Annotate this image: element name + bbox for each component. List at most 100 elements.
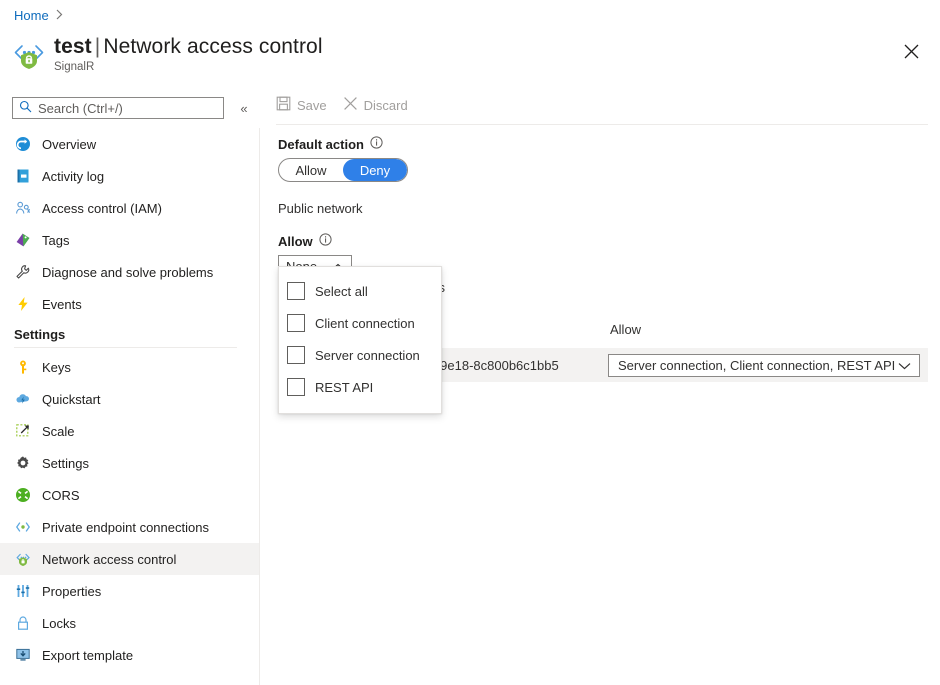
sidebar-item-settings[interactable]: Settings xyxy=(0,447,259,479)
default-action-option-allow[interactable]: Allow xyxy=(279,159,343,181)
events-icon xyxy=(14,295,32,313)
cors-icon xyxy=(14,486,32,504)
overview-icon xyxy=(14,135,32,153)
sidebar-item-label: Activity log xyxy=(42,169,104,184)
allow-label: Allow xyxy=(278,233,408,249)
sidebar-item-label: Scale xyxy=(42,424,75,439)
signalr-network-access-icon xyxy=(12,38,46,72)
blade-title: test|Network access control SignalR xyxy=(12,34,323,73)
dropdown-option-label: Select all xyxy=(315,284,368,299)
sidebar-item-locks[interactable]: Locks xyxy=(0,607,259,639)
sidebar-item-label: CORS xyxy=(42,488,80,503)
sidebar-item-label: Private endpoint connections xyxy=(42,520,209,535)
public-network-label: Public network xyxy=(278,201,408,216)
discard-icon xyxy=(343,96,358,114)
access-control-icon xyxy=(14,199,32,217)
search-input[interactable] xyxy=(38,101,217,116)
resource-type-label: SignalR xyxy=(54,61,323,73)
discard-button[interactable]: Discard xyxy=(343,96,408,114)
sidebar-item-label: Network access control xyxy=(42,552,176,567)
checkbox-unchecked-icon[interactable] xyxy=(287,346,305,364)
quickstart-icon xyxy=(14,390,32,408)
breadcrumb-home-link[interactable]: Home xyxy=(14,8,49,23)
network-access-settings: Default action Allow Deny Public network… xyxy=(278,136,408,278)
breadcrumb: Home xyxy=(14,8,63,23)
checkbox-unchecked-icon[interactable] xyxy=(287,314,305,332)
breadcrumb-separator-icon xyxy=(56,9,63,23)
checkbox-unchecked-icon[interactable] xyxy=(287,282,305,300)
export-template-icon xyxy=(14,646,32,664)
diagnose-icon xyxy=(14,263,32,281)
row-allow-value: Server connection, Client connection, RE… xyxy=(618,358,895,373)
default-action-option-deny[interactable]: Deny xyxy=(343,159,407,181)
sidebar-section-settings: Settings xyxy=(0,327,259,342)
sidebar-item-network-access-control[interactable]: Network access control xyxy=(0,543,259,575)
save-icon xyxy=(276,96,291,114)
search-box[interactable] xyxy=(12,97,224,119)
gear-icon xyxy=(14,454,32,472)
dropdown-option-label: Server connection xyxy=(315,348,420,363)
sidebar-item-label: Access control (IAM) xyxy=(42,201,162,216)
resource-menu: Overview Activity log Acc xyxy=(0,128,260,685)
info-icon[interactable] xyxy=(319,233,332,249)
sidebar-item-export-template[interactable]: Export template xyxy=(0,639,259,671)
command-bar-divider xyxy=(276,124,928,125)
dropdown-option-rest-api[interactable]: REST API xyxy=(279,371,441,403)
blade-name: Network access control xyxy=(103,35,322,58)
dropdown-option-client-connection[interactable]: Client connection xyxy=(279,307,441,339)
private-endpoint-icon xyxy=(14,518,32,536)
allow-label-text: Allow xyxy=(278,234,313,249)
tags-icon xyxy=(14,231,32,249)
sidebar-item-label: Tags xyxy=(42,233,69,248)
azure-portal-blade: Home test|Network access control Si xyxy=(0,0,940,685)
resource-name: test xyxy=(54,35,92,58)
default-action-label: Default action xyxy=(278,136,408,152)
sidebar-item-label: Locks xyxy=(42,616,76,631)
sidebar-item-activity-log[interactable]: Activity log xyxy=(0,160,259,192)
network-access-control-icon xyxy=(14,550,32,568)
sidebar-item-access-control[interactable]: Access control (IAM) xyxy=(0,192,259,224)
info-icon[interactable] xyxy=(370,136,383,152)
sidebar-item-label: Settings xyxy=(42,456,89,471)
sidebar-item-label: Overview xyxy=(42,137,96,152)
default-action-toggle[interactable]: Allow Deny xyxy=(278,158,408,182)
sidebar-item-events[interactable]: Events xyxy=(0,288,259,320)
dropdown-option-server-connection[interactable]: Server connection xyxy=(279,339,441,371)
sidebar-item-label: Events xyxy=(42,297,82,312)
sidebar-item-quickstart[interactable]: Quickstart xyxy=(0,383,259,415)
search-icon xyxy=(19,100,32,116)
column-header-allow: Allow xyxy=(610,322,641,337)
close-blade-button[interactable] xyxy=(896,36,926,66)
sidebar-item-tags[interactable]: Tags xyxy=(0,224,259,256)
dropdown-option-label: Client connection xyxy=(315,316,415,331)
default-action-text: Default action xyxy=(278,137,364,152)
key-icon xyxy=(14,358,32,376)
sidebar-item-label: Properties xyxy=(42,584,101,599)
command-bar: Save Discard xyxy=(276,96,408,114)
sidebar-item-private-endpoint-connections[interactable]: Private endpoint connections xyxy=(0,511,259,543)
discard-label: Discard xyxy=(364,98,408,113)
page-title: test|Network access control xyxy=(54,34,323,59)
dropdown-option-select-all[interactable]: Select all xyxy=(279,275,441,307)
sidebar-item-label: Quickstart xyxy=(42,392,101,407)
sidebar-item-keys[interactable]: Keys xyxy=(0,351,259,383)
lock-icon xyxy=(14,614,32,632)
title-separator: | xyxy=(92,35,104,58)
sidebar-item-label: Diagnose and solve problems xyxy=(42,265,213,280)
row-allow-dropdown[interactable]: Server connection, Client connection, RE… xyxy=(608,354,920,377)
save-button[interactable]: Save xyxy=(276,96,327,114)
collapse-menu-button[interactable]: « xyxy=(234,98,254,118)
save-label: Save xyxy=(297,98,327,113)
sidebar-divider xyxy=(14,347,237,348)
sidebar-item-diagnose[interactable]: Diagnose and solve problems xyxy=(0,256,259,288)
checkbox-unchecked-icon[interactable] xyxy=(287,378,305,396)
properties-icon xyxy=(14,582,32,600)
allow-dropdown-menu: Select all Client connection Server conn… xyxy=(278,266,442,414)
dropdown-option-label: REST API xyxy=(315,380,373,395)
scale-icon xyxy=(14,422,32,440)
sidebar-item-properties[interactable]: Properties xyxy=(0,575,259,607)
sidebar-item-label: Keys xyxy=(42,360,71,375)
sidebar-item-overview[interactable]: Overview xyxy=(0,128,259,160)
sidebar-item-scale[interactable]: Scale xyxy=(0,415,259,447)
sidebar-item-cors[interactable]: CORS xyxy=(0,479,259,511)
